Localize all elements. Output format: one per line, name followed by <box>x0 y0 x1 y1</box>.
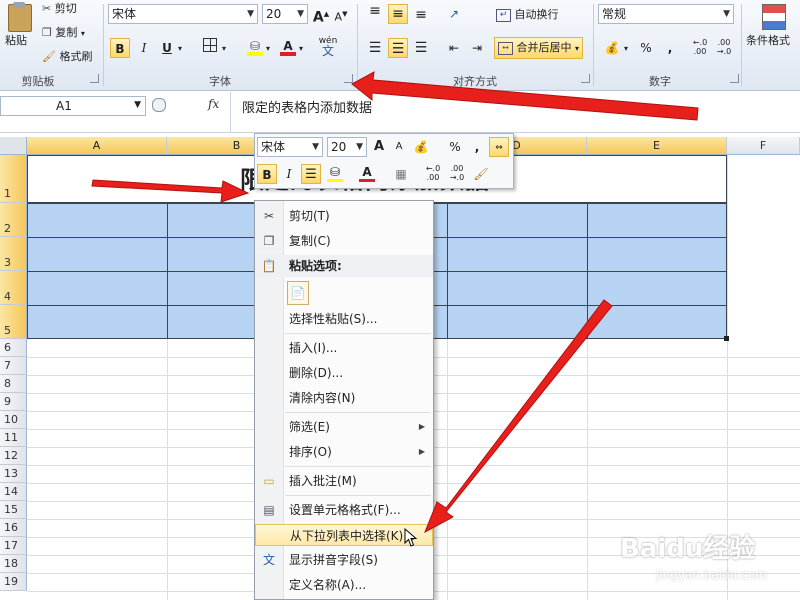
annotation-arrows <box>91 71 699 534</box>
arrow-to-launcher <box>351 71 699 121</box>
arrow-to-title <box>91 179 250 203</box>
arrow-to-menu-item <box>424 299 613 534</box>
